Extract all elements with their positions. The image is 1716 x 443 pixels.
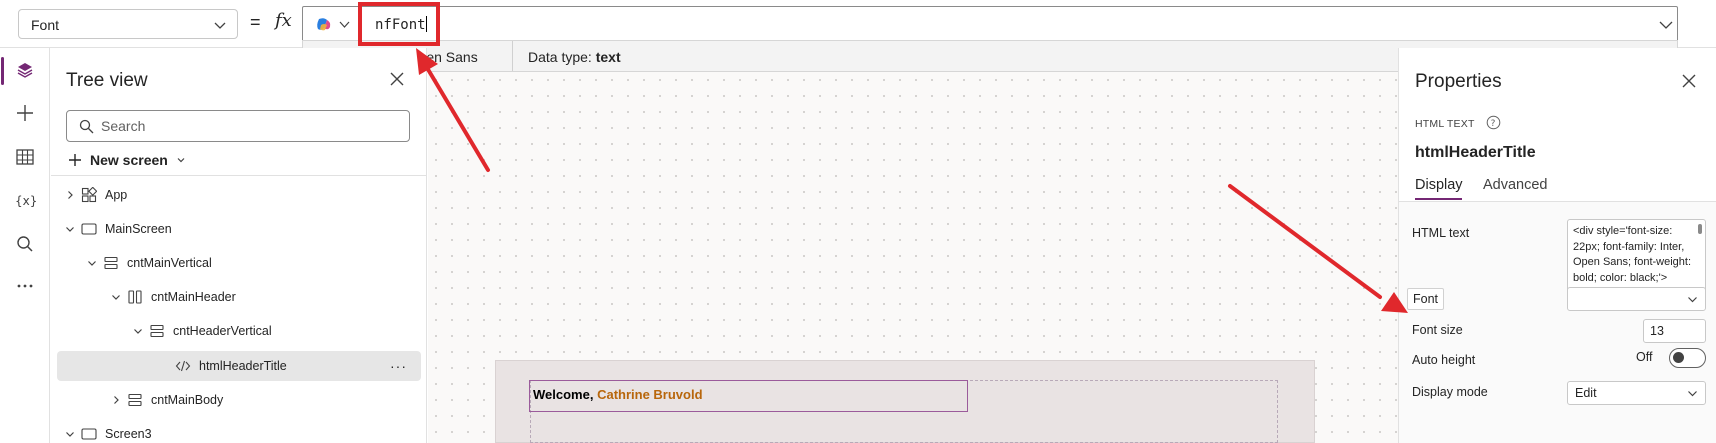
auto-height-toggle[interactable] xyxy=(1669,348,1706,368)
font-label: Font xyxy=(1407,288,1445,310)
properties-title: Properties xyxy=(1415,71,1502,92)
active-indicator xyxy=(1,57,4,85)
tree-item-label: App xyxy=(105,188,128,202)
chevron-down-icon xyxy=(214,22,226,29)
tree-view-icon[interactable] xyxy=(14,59,36,81)
vertical-container-icon xyxy=(150,324,164,338)
tree-item-label: Screen3 xyxy=(105,427,152,441)
data-type-label: Data type: xyxy=(528,49,592,65)
vertical-container-icon xyxy=(128,393,142,407)
data-icon[interactable] xyxy=(14,146,36,168)
properties-panel: Properties HTML TEXT ? htmlHeaderTitle D… xyxy=(1398,48,1716,443)
chevron-down-icon xyxy=(1688,297,1697,303)
tree-view-title: Tree view xyxy=(66,70,148,91)
control-type-label: HTML TEXT xyxy=(1415,118,1475,130)
screen-icon xyxy=(81,428,97,440)
property-selector[interactable]: Font xyxy=(18,9,238,39)
divider xyxy=(51,175,427,176)
tree-item-mainscreen[interactable]: MainScreen xyxy=(57,214,421,244)
toggle-knob xyxy=(1673,352,1684,363)
chevron-down-icon xyxy=(177,158,185,163)
left-rail: {x} xyxy=(0,48,50,443)
tree-search-box[interactable] xyxy=(66,110,410,142)
divider xyxy=(512,41,513,71)
tree-item-label: cntMainVertical xyxy=(127,256,212,270)
formula-input[interactable]: nfFont xyxy=(302,6,1678,42)
tree-item-htmlheadertitle[interactable]: htmlHeaderTitle ··· xyxy=(57,351,421,381)
user-name: Cathrine Bruvold xyxy=(597,387,703,402)
chevron-right-icon[interactable] xyxy=(65,190,75,200)
display-mode-dropdown[interactable]: Edit xyxy=(1567,381,1706,405)
html-text-label: HTML text xyxy=(1412,226,1470,240)
font-size-value: 13 xyxy=(1650,324,1664,338)
tree-item-label: cntHeaderVertical xyxy=(173,324,272,338)
chevron-down-icon[interactable] xyxy=(133,326,143,336)
chevron-down-icon[interactable] xyxy=(1659,19,1673,31)
search-icon[interactable] xyxy=(14,233,36,255)
new-screen-label: New screen xyxy=(90,152,168,168)
chevron-down-icon xyxy=(1688,391,1697,397)
svg-text:?: ? xyxy=(1491,119,1496,129)
copilot-icon[interactable] xyxy=(315,16,333,34)
html-header-title-control[interactable]: Welcome, Cathrine Bruvold xyxy=(529,380,968,412)
tree-view-panel: Tree view New screen App MainScreen xyxy=(51,48,427,443)
display-mode-label: Display mode xyxy=(1412,385,1488,399)
tree-item-label: htmlHeaderTitle xyxy=(199,359,287,373)
fx-icon[interactable]: fx xyxy=(275,10,292,31)
html-icon xyxy=(175,360,191,372)
tree-search-input[interactable] xyxy=(101,116,401,136)
new-screen-button[interactable]: New screen xyxy=(68,149,186,171)
plus-icon xyxy=(69,154,81,166)
auto-height-state: Off xyxy=(1636,350,1653,364)
tree-item-label: cntMainBody xyxy=(151,393,224,407)
annotation-highlight-box xyxy=(358,2,440,46)
font-dropdown[interactable] xyxy=(1567,287,1706,311)
tree-item-cntmainvertical[interactable]: cntMainVertical xyxy=(57,248,421,278)
data-type-value: text xyxy=(595,49,621,65)
app-icon xyxy=(81,187,97,203)
data-type-info: Data type: text xyxy=(528,49,621,65)
chevron-down-icon[interactable] xyxy=(87,258,97,268)
tree-item-label: MainScreen xyxy=(105,222,172,236)
font-size-input[interactable]: 13 xyxy=(1643,319,1706,343)
tree-item-app[interactable]: App xyxy=(57,180,421,210)
help-icon[interactable]: ? xyxy=(1486,115,1501,130)
scrollbar[interactable] xyxy=(1698,224,1702,234)
vertical-container-icon xyxy=(104,256,118,270)
chevron-down-icon[interactable] xyxy=(65,429,75,439)
variables-icon[interactable]: {x} xyxy=(14,189,36,211)
welcome-text: Welcome, Cathrine Bruvold xyxy=(533,387,703,402)
chevron-right-icon[interactable] xyxy=(111,395,121,405)
html-text-value: <div style='font-size: 22px; font-family… xyxy=(1573,225,1692,284)
tree-item-screen3[interactable]: Screen3 xyxy=(57,419,421,443)
search-icon xyxy=(79,119,94,134)
more-icon[interactable] xyxy=(14,275,36,297)
chevron-down-icon[interactable] xyxy=(65,224,75,234)
svg-text:{x}: {x} xyxy=(15,194,36,208)
close-icon[interactable] xyxy=(1682,74,1696,88)
tree-item-cntmainbody[interactable]: cntMainBody xyxy=(57,385,421,415)
control-name: htmlHeaderTitle xyxy=(1415,144,1536,161)
tree-item-label: cntMainHeader xyxy=(151,290,236,304)
welcome-prefix: Welcome, xyxy=(533,387,594,402)
equals-sign: = xyxy=(250,12,261,32)
screen-icon xyxy=(81,223,97,235)
tree-item-cntheadervertical[interactable]: cntHeaderVertical xyxy=(57,316,421,346)
close-icon[interactable] xyxy=(390,72,404,86)
insert-icon[interactable] xyxy=(14,102,36,124)
tree-item-cntmainheader[interactable]: cntMainHeader xyxy=(57,282,421,312)
font-size-label: Font size xyxy=(1412,323,1463,337)
tab-display[interactable]: Display xyxy=(1415,177,1463,193)
auto-height-label: Auto height xyxy=(1412,353,1476,367)
chevron-down-icon[interactable] xyxy=(339,19,350,30)
more-options-icon[interactable]: ··· xyxy=(390,358,407,374)
property-selector-value: Font xyxy=(31,17,60,33)
display-mode-value: Edit xyxy=(1575,386,1597,400)
horizontal-container-icon xyxy=(128,290,142,304)
tab-advanced[interactable]: Advanced xyxy=(1483,177,1548,193)
chevron-down-icon[interactable] xyxy=(111,292,121,302)
tab-active-indicator xyxy=(1415,198,1462,200)
